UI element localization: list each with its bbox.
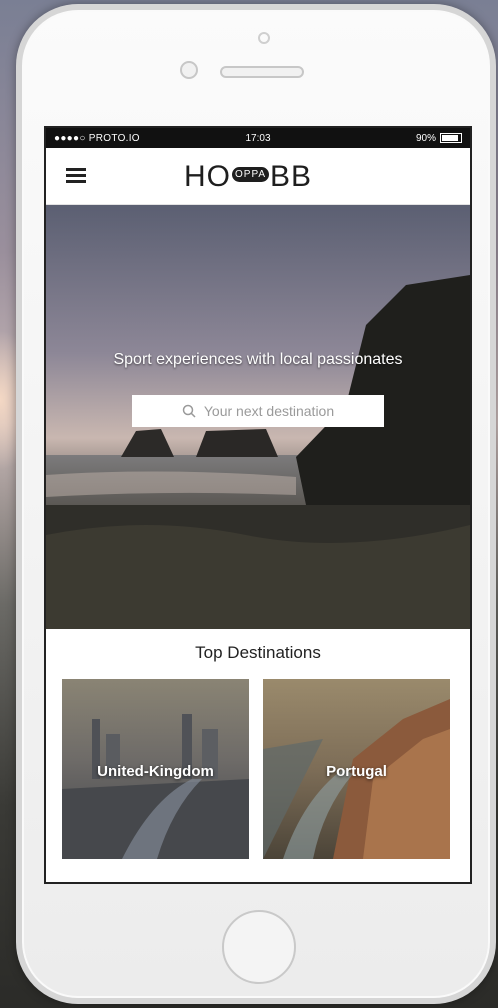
app-logo[interactable]: HO OPPA BB [184, 160, 312, 194]
search-icon [182, 404, 196, 418]
top-destinations-title: Top Destinations [195, 643, 321, 662]
logo-text-left: HO [184, 160, 231, 193]
battery-icon [440, 133, 462, 143]
sensor-dot [258, 32, 270, 44]
logo-text-right: BB [270, 160, 313, 193]
destination-card-portugal[interactable]: Portugal [263, 679, 450, 859]
phone-screen: ●●●●○ PROTO.IO 17:03 90% HO OPPA BB Spor… [44, 126, 472, 884]
search-placeholder: Your next destination [203, 403, 335, 419]
hamburger-menu-icon[interactable] [66, 168, 86, 183]
clock: 17:03 [245, 132, 271, 144]
destination-cards: United-Kingdom Portugal [46, 679, 470, 859]
home-button[interactable] [222, 910, 296, 984]
destination-search-input[interactable]: Your next destination [132, 395, 384, 427]
united-kingdom-label: United-Kingdom [97, 763, 214, 780]
logo-text-mid: OPPA [232, 166, 270, 182]
portugal-label: Portugal [326, 763, 387, 780]
front-camera [180, 61, 198, 79]
hero-tagline: Sport experiences with local passionates [113, 351, 403, 368]
app-header: HO OPPA BB [46, 148, 470, 205]
hero-banner: Sport experiences with local passionates… [46, 205, 470, 629]
earpiece-speaker [220, 66, 304, 78]
destination-card-united-kingdom[interactable]: United-Kingdom [62, 679, 249, 859]
status-bar: ●●●●○ PROTO.IO 17:03 90% [46, 128, 470, 148]
